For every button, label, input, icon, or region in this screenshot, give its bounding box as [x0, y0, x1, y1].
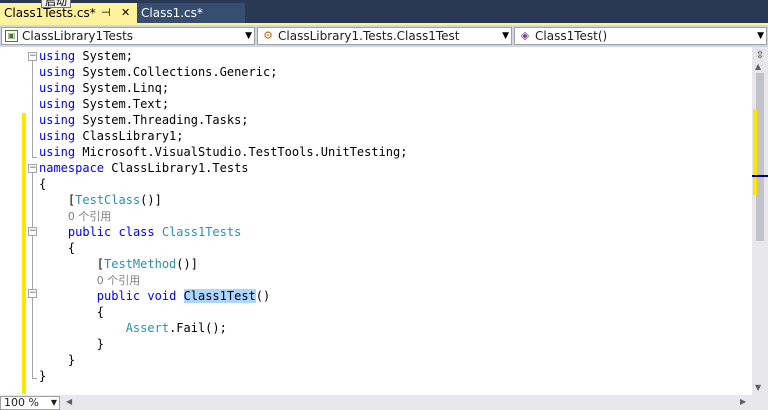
member-dropdown-value: Class1Test(): [535, 29, 608, 43]
keyword: using: [39, 145, 76, 159]
codelens-references[interactable]: 0 个引用: [68, 210, 112, 223]
vertical-scrollbar[interactable]: ⇳ ▲ ▼: [752, 47, 768, 395]
code-line: }: [39, 336, 104, 352]
code-line: [TestClass()]: [67, 193, 162, 207]
code-line: 0 个引用: [39, 208, 112, 224]
code-line: public void Class1Test(): [39, 288, 270, 304]
namespace-ref: Microsoft.VisualStudio.TestTools.UnitTes…: [82, 145, 408, 159]
close-icon[interactable]: ✕: [121, 3, 130, 23]
namespace-ref: System.Collections.Generic;: [82, 65, 278, 79]
keyword: using: [39, 97, 76, 111]
collapse-namespace-icon[interactable]: −: [28, 164, 37, 173]
caret-marker: [752, 175, 768, 177]
namespace-ref: System;: [82, 49, 133, 63]
code-line: using Microsoft.VisualStudio.TestTools.U…: [39, 144, 407, 160]
class-name: Class1Tests: [161, 225, 242, 239]
fold-guide: [32, 61, 33, 157]
namespace-ref: System.Linq;: [82, 81, 170, 95]
tooltip: 启动: [41, 0, 71, 8]
keyword: public: [67, 225, 112, 239]
member-dropdown[interactable]: ◈ Class1Test() ▼: [514, 27, 767, 45]
code-line: }: [39, 368, 46, 384]
brace: {: [96, 305, 105, 319]
code-line: [TestMethod()]: [96, 257, 198, 271]
scroll-down-icon[interactable]: ▼: [755, 383, 761, 392]
code-line: using System;: [39, 48, 133, 64]
tab-label: Class1.cs*: [141, 6, 203, 20]
code-line: namespace ClassLibrary1.Tests: [39, 160, 249, 176]
code-line: {: [39, 240, 75, 256]
code-line: {: [39, 304, 104, 320]
brace: {: [67, 241, 76, 255]
status-bar: 100 % ▼ ◀ ▶: [0, 395, 768, 410]
type-name: Assert: [125, 321, 170, 335]
namespace-ref: ClassLibrary1;: [82, 129, 184, 143]
parens: (): [255, 289, 271, 303]
project-icon: ▣: [5, 30, 18, 42]
change-indicator-bar: [22, 113, 26, 394]
code-line: using System.Threading.Tasks;: [39, 112, 249, 128]
keyword: class: [118, 225, 155, 239]
codelens-references[interactable]: 0 个引用: [97, 274, 141, 287]
method-icon: ◈: [520, 29, 530, 42]
scrollbar-thumb[interactable]: [756, 73, 764, 241]
chevron-down-icon[interactable]: ▼: [245, 28, 252, 44]
collapse-method-icon[interactable]: −: [28, 289, 37, 298]
change-marker: [753, 109, 757, 195]
keyword: using: [39, 81, 76, 95]
keyword: using: [39, 129, 76, 143]
selected-method-name[interactable]: Class1Test: [183, 289, 256, 303]
scroll-right-icon[interactable]: ▶: [740, 397, 746, 406]
type-dropdown-value: ClassLibrary1.Tests.Class1Test: [278, 29, 460, 43]
navigation-bar: ▣ ClassLibrary1Tests ▼ ⚙ ClassLibrary1.T…: [0, 25, 768, 47]
keyword: using: [39, 49, 76, 63]
zoom-value: 100 %: [4, 396, 39, 409]
brace: }: [39, 369, 47, 383]
code-line: using System.Collections.Generic;: [39, 64, 277, 80]
code-editor[interactable]: − − − − using System; using System.Colle…: [0, 47, 752, 395]
code-line: public class Class1Tests: [39, 224, 241, 240]
namespace-ref: System.Text;: [82, 97, 170, 111]
attribute-name: TestMethod: [104, 257, 177, 271]
chevron-down-icon[interactable]: ▼: [757, 28, 764, 44]
scroll-up-icon[interactable]: ▲: [755, 62, 761, 71]
attribute-name: TestClass: [75, 193, 141, 207]
project-dropdown-value: ClassLibrary1Tests: [22, 29, 134, 43]
collapse-usings-icon[interactable]: −: [28, 52, 37, 61]
scroll-left-icon[interactable]: ◀: [66, 397, 72, 406]
keyword: using: [39, 65, 76, 79]
document-tab-strip: Class1Tests.cs* ⊣ ✕ Class1.cs* 启动: [0, 0, 768, 25]
keyword: public: [96, 289, 141, 303]
split-icon[interactable]: ⇳: [754, 50, 766, 62]
type-dropdown[interactable]: ⚙ ClassLibrary1.Tests.Class1Test ▼: [257, 27, 512, 45]
code-line: 0 个引用: [39, 272, 141, 288]
keyword: using: [39, 113, 76, 127]
tab-class1[interactable]: Class1.cs*: [137, 3, 245, 23]
fold-guide-end: [32, 378, 37, 379]
brace: }: [67, 353, 76, 367]
brace: {: [39, 177, 47, 191]
keyword: namespace: [39, 161, 105, 175]
method-call: .Fail();: [169, 321, 227, 335]
code-line: {: [39, 176, 46, 192]
code-line: using System.Text;: [39, 96, 169, 112]
namespace-name: ClassLibrary1.Tests: [111, 161, 249, 175]
code-line: using System.Linq;: [39, 80, 169, 96]
project-dropdown[interactable]: ▣ ClassLibrary1Tests ▼: [1, 27, 255, 45]
code-line: }: [39, 352, 75, 368]
namespace-ref: System.Threading.Tasks;: [82, 113, 249, 127]
pin-icon[interactable]: ⊣: [101, 3, 111, 23]
chevron-down-icon[interactable]: ▼: [502, 28, 509, 44]
code-line: using ClassLibrary1;: [39, 128, 184, 144]
code-line: Assert.Fail();: [39, 320, 227, 336]
brace: }: [96, 337, 105, 351]
class-icon: ⚙: [263, 29, 273, 42]
fold-guide: [32, 173, 33, 378]
fold-guide-end: [32, 157, 37, 158]
collapse-class-icon[interactable]: −: [28, 227, 37, 236]
chevron-down-icon[interactable]: ▼: [51, 397, 57, 409]
zoom-dropdown[interactable]: 100 % ▼: [0, 396, 60, 410]
keyword: void: [147, 289, 177, 303]
